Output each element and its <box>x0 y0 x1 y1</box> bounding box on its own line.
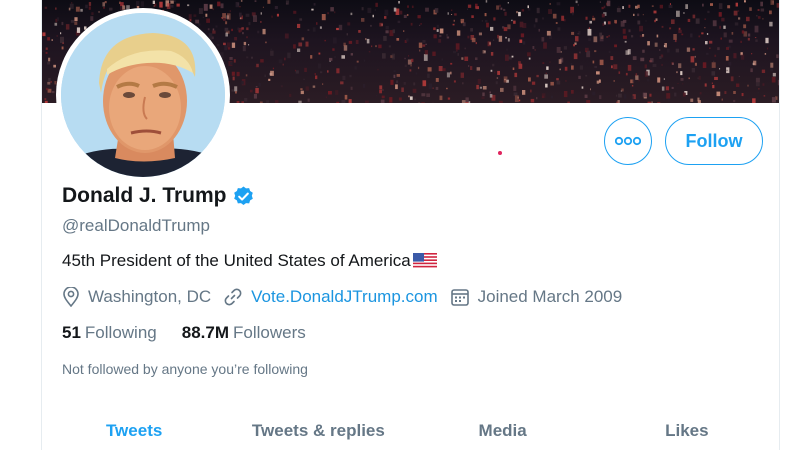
location-pin-icon <box>63 287 79 307</box>
red-dot-marker <box>498 151 502 155</box>
profile-avatar[interactable] <box>56 8 230 182</box>
avatar-portrait <box>61 13 225 177</box>
profile-meta: Washington, DC Vote.DonaldJTrump.com Joi… <box>62 287 634 307</box>
followers-label: Followers <box>232 323 306 342</box>
us-flag-icon <box>412 253 437 269</box>
calendar-icon <box>450 289 469 306</box>
avatar-image <box>61 13 225 177</box>
website-item: Vote.DonaldJTrump.com <box>223 287 438 307</box>
follow-stats: 51 Following 88.7M Followers <box>62 323 331 343</box>
link-icon <box>224 288 242 306</box>
profile-column: Follow Donald J. Trump @realDonaldTrump … <box>41 0 780 450</box>
profile-tabs: Tweets Tweets & replies Media Likes <box>42 412 779 450</box>
follow-button[interactable]: Follow <box>665 117 763 165</box>
website-link[interactable]: Vote.DonaldJTrump.com <box>251 287 437 307</box>
following-stat[interactable]: 51 Following <box>62 323 157 343</box>
following-label: Following <box>84 323 157 342</box>
name-row: Donald J. Trump <box>62 184 255 208</box>
tab-tweets-replies[interactable]: Tweets & replies <box>226 412 410 450</box>
joined-item: Joined March 2009 <box>450 287 623 307</box>
tab-likes[interactable]: Likes <box>595 412 779 450</box>
followers-stat[interactable]: 88.7M Followers <box>182 323 306 343</box>
display-name: Donald J. Trump <box>62 184 227 207</box>
location-item: Washington, DC <box>62 287 211 307</box>
profile-bio: 45th President of the United States of A… <box>62 251 437 271</box>
more-options-icon <box>615 136 641 146</box>
following-count: 51 <box>62 323 81 342</box>
followed-by-notice: Not followed by anyone you’re following <box>62 361 308 377</box>
tab-media[interactable]: Media <box>411 412 595 450</box>
bio-text: 45th President of the United States of A… <box>62 251 411 270</box>
tab-tweets[interactable]: Tweets <box>42 412 226 450</box>
more-options-button[interactable] <box>604 117 652 165</box>
verified-badge-icon <box>233 185 253 205</box>
location-text: Washington, DC <box>88 287 212 306</box>
user-handle: @realDonaldTrump <box>62 216 210 235</box>
followers-count: 88.7M <box>181 323 229 342</box>
joined-text: Joined March 2009 <box>477 287 623 306</box>
